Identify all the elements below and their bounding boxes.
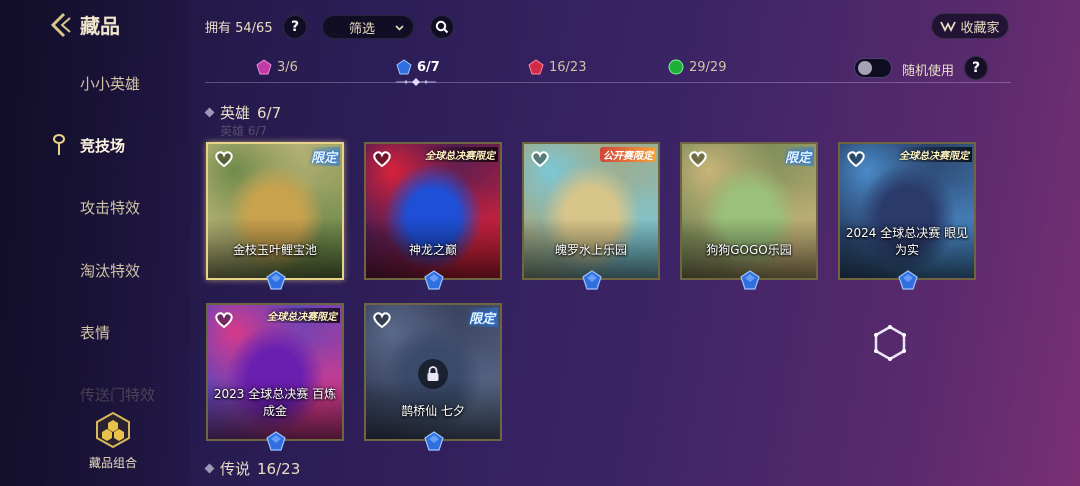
random-use-label: 随机使用 <box>902 64 955 79</box>
rarity-tab-green[interactable]: 29/29 <box>668 59 726 75</box>
arena-name: 狗狗GOGO乐园 <box>706 243 792 257</box>
arena-name: 2024 全球总决赛 眼见为实 <box>845 226 969 257</box>
section-title: 英雄 <box>220 104 251 122</box>
section-header-ghost: 英雄 6/7 <box>220 124 268 138</box>
arena-name: 2023 全球总决赛 百炼成金 <box>213 387 337 418</box>
blue-gem-icon <box>424 431 444 451</box>
arena-card[interactable]: 限定 鹊桥仙 七夕 <box>364 303 502 451</box>
green-orb-icon <box>668 59 684 75</box>
collector-button[interactable]: 收藏家 <box>931 13 1009 39</box>
lock-icon <box>427 366 439 381</box>
favorite-heart-icon[interactable] <box>372 150 392 168</box>
title-wrap: 藏品 <box>48 10 120 39</box>
blue-gem-icon <box>396 59 412 75</box>
chevron-down-icon <box>395 25 404 31</box>
arena-name: 鹊桥仙 七夕 <box>401 404 465 418</box>
active-nav-marker-icon <box>53 134 65 155</box>
arena-card[interactable]: 全球总决赛限定 2024 全球总决赛 眼见为实 <box>838 142 976 290</box>
loading-spinner-icon <box>874 325 906 361</box>
rarity-count: 3/6 <box>277 59 298 75</box>
search-button[interactable] <box>430 15 454 39</box>
rarity-count: 16/23 <box>549 59 587 75</box>
collection-combo-button[interactable]: 藏品组合 <box>84 411 142 471</box>
favorite-heart-icon[interactable] <box>846 150 866 168</box>
section-count: 6/7 <box>257 103 282 122</box>
collection-combo-label: 藏品组合 <box>88 456 137 470</box>
favorite-heart-icon[interactable] <box>214 311 234 329</box>
blue-gem-icon <box>898 270 918 290</box>
random-use-toggle[interactable] <box>854 58 892 78</box>
diamond-bullet-icon <box>204 107 215 118</box>
arena-name: 魄罗水上乐园 <box>554 243 627 257</box>
arena-card[interactable]: 限定 金枝玉叶鲤宝池 <box>206 142 344 290</box>
card-tag: 限定 <box>307 147 340 166</box>
card-tag: 公开赛限定 <box>600 147 656 162</box>
honeycomb-icon <box>96 411 130 449</box>
filter-label: 筛选 <box>349 21 376 37</box>
favorite-heart-icon[interactable] <box>688 150 708 168</box>
favorite-heart-icon[interactable] <box>214 150 234 168</box>
sidebar-item-little-legends[interactable]: 小小英雄 <box>80 73 140 94</box>
arena-card[interactable]: 公开赛限定 魄罗水上乐园 <box>522 142 660 290</box>
search-icon <box>435 20 449 34</box>
arena-name: 神龙之巅 <box>408 243 457 257</box>
purple-gem-icon <box>256 59 272 75</box>
sidebar-item-emotes[interactable]: 表情 <box>80 322 110 343</box>
arena-card[interactable]: 全球总决赛限定 神龙之巅 <box>364 142 502 290</box>
arena-card[interactable]: 限定 狗狗GOGO乐园 <box>680 142 818 290</box>
rarity-count: 29/29 <box>689 59 727 75</box>
active-tab-indicator-icon <box>396 78 436 86</box>
sidebar-item-portal-effects[interactable]: 传送门特效 <box>80 384 155 405</box>
favorite-heart-icon[interactable] <box>372 311 392 329</box>
blue-gem-icon <box>582 270 602 290</box>
card-tag: 全球总决赛限定 <box>896 147 972 162</box>
arena-card[interactable]: 全球总决赛限定 2023 全球总决赛 百炼成金 <box>206 303 344 451</box>
card-tag: 限定 <box>465 308 498 327</box>
card-tag: 全球总决赛限定 <box>422 147 498 162</box>
help-button[interactable]: ? <box>283 15 307 39</box>
arena-name: 金枝玉叶鲤宝池 <box>232 243 317 257</box>
lock-badge <box>418 359 448 389</box>
crown-wings-icon <box>940 21 957 32</box>
sidebar-item-elimination-effects[interactable]: 淘汰特效 <box>80 260 140 281</box>
blue-gem-icon <box>740 270 760 290</box>
blue-gem-icon <box>424 270 444 290</box>
rarity-count: 6/7 <box>417 59 440 75</box>
filter-dropdown[interactable]: 筛选 <box>322 15 414 39</box>
rarity-tab-purple[interactable]: 3/6 <box>256 59 298 75</box>
sidebar-item-arena[interactable]: 竞技场 <box>80 135 125 156</box>
back-arrow-icon[interactable] <box>48 11 74 39</box>
card-tag: 限定 <box>781 147 814 166</box>
favorite-heart-icon[interactable] <box>530 150 550 168</box>
tabs-divider <box>205 82 1011 83</box>
section-title: 传说 <box>220 460 251 478</box>
card-tag: 全球总决赛限定 <box>264 308 340 323</box>
blue-gem-icon <box>266 431 286 451</box>
rarity-tab-blue[interactable]: 6/7 <box>396 59 440 75</box>
red-gem-icon <box>528 59 544 75</box>
section-header-legendary: 传说 16/23 <box>204 458 301 479</box>
section-header-epic: 英雄 6/7 <box>204 102 282 123</box>
section-count: 16/23 <box>257 459 301 478</box>
blue-gem-icon <box>266 270 286 290</box>
collector-label: 收藏家 <box>960 20 1000 36</box>
diamond-bullet-icon <box>204 463 215 474</box>
rarity-tab-red[interactable]: 16/23 <box>528 59 586 75</box>
page-title: 藏品 <box>80 14 120 38</box>
owned-count: 拥有 54/65 <box>205 21 273 36</box>
sidebar-item-attack-effects[interactable]: 攻击特效 <box>80 197 140 218</box>
sidebar: 藏品 小小英雄 竞技场 攻击特效 淘汰特效 表情 传送门特效 藏品组合 <box>0 0 190 486</box>
random-help-button[interactable]: ? <box>964 56 988 80</box>
toggle-knob <box>858 61 872 75</box>
